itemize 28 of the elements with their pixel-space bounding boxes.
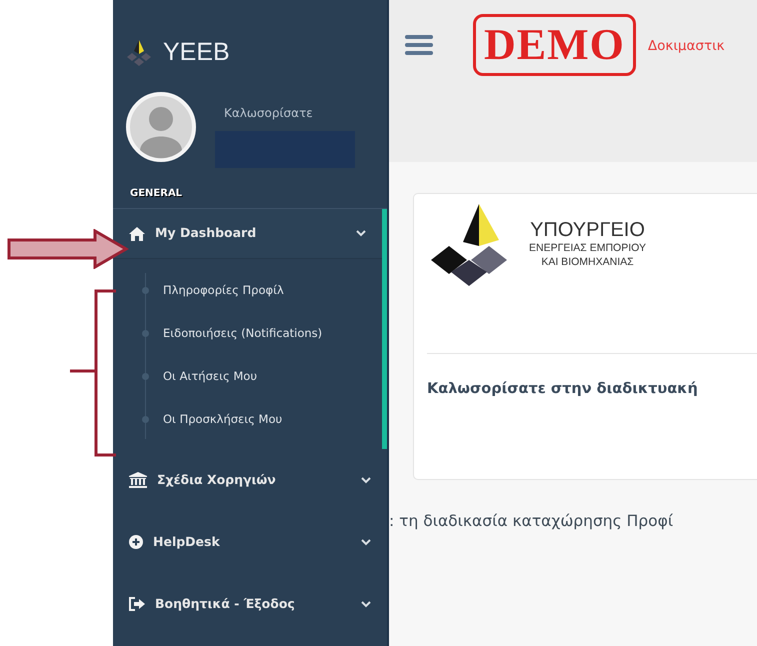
home-icon (129, 226, 145, 240)
submenu-item[interactable]: Οι Προσκλήσεις Μου (113, 398, 382, 441)
welcome-label: Καλωσορίσατε (224, 105, 314, 122)
sign-out-icon (129, 597, 145, 611)
logo-text: ΥΠΟΥΡΓΕΙΟ (529, 218, 646, 240)
instruction-text: : τη διαδικασία καταχώρησης Προφί (389, 511, 674, 532)
section-title: GENERAL (129, 187, 184, 201)
logo-text: ΕΝΕΡΓΕΙΑΣ ΕΜΠΟΡΙΟΥ (529, 240, 646, 254)
submenu-item[interactable]: Πληροφορίες Προφίλ (113, 269, 382, 312)
logo-text: ΚΑΙ ΒΙΟΜΗΧΑΝΙΑΣ (540, 254, 635, 268)
submenu-item[interactable]: Οι Αιτήσεις Μου (113, 355, 382, 398)
demo-notice: Δοκιμαστικ (648, 37, 725, 56)
submenu-item[interactable]: Ειδοποιήσεις (Notifications) (113, 312, 382, 355)
welcome-message: Καλωσορίσατε στην διαδικτυακή (427, 380, 699, 399)
demo-stamp: DEMO (473, 14, 636, 76)
menu-item[interactable]: Σχέδια Χορηγιών (113, 449, 387, 511)
menu-icon[interactable] (405, 35, 433, 55)
menu-item[interactable]: Βοηθητικά - Έξοδος (113, 573, 387, 635)
chevron-down-icon[interactable] (356, 230, 366, 237)
chevron-down-icon[interactable] (361, 538, 371, 546)
chevron-down-icon[interactable] (361, 600, 371, 608)
avatar-silhouette (126, 92, 196, 162)
logo-icon (125, 40, 153, 66)
bank-icon (129, 472, 147, 488)
brand-name: YEEB (163, 37, 230, 68)
menu-item[interactable]: HelpDesk (113, 511, 387, 573)
chevron-down-icon[interactable] (361, 476, 371, 484)
plus-circle-icon (129, 535, 143, 549)
